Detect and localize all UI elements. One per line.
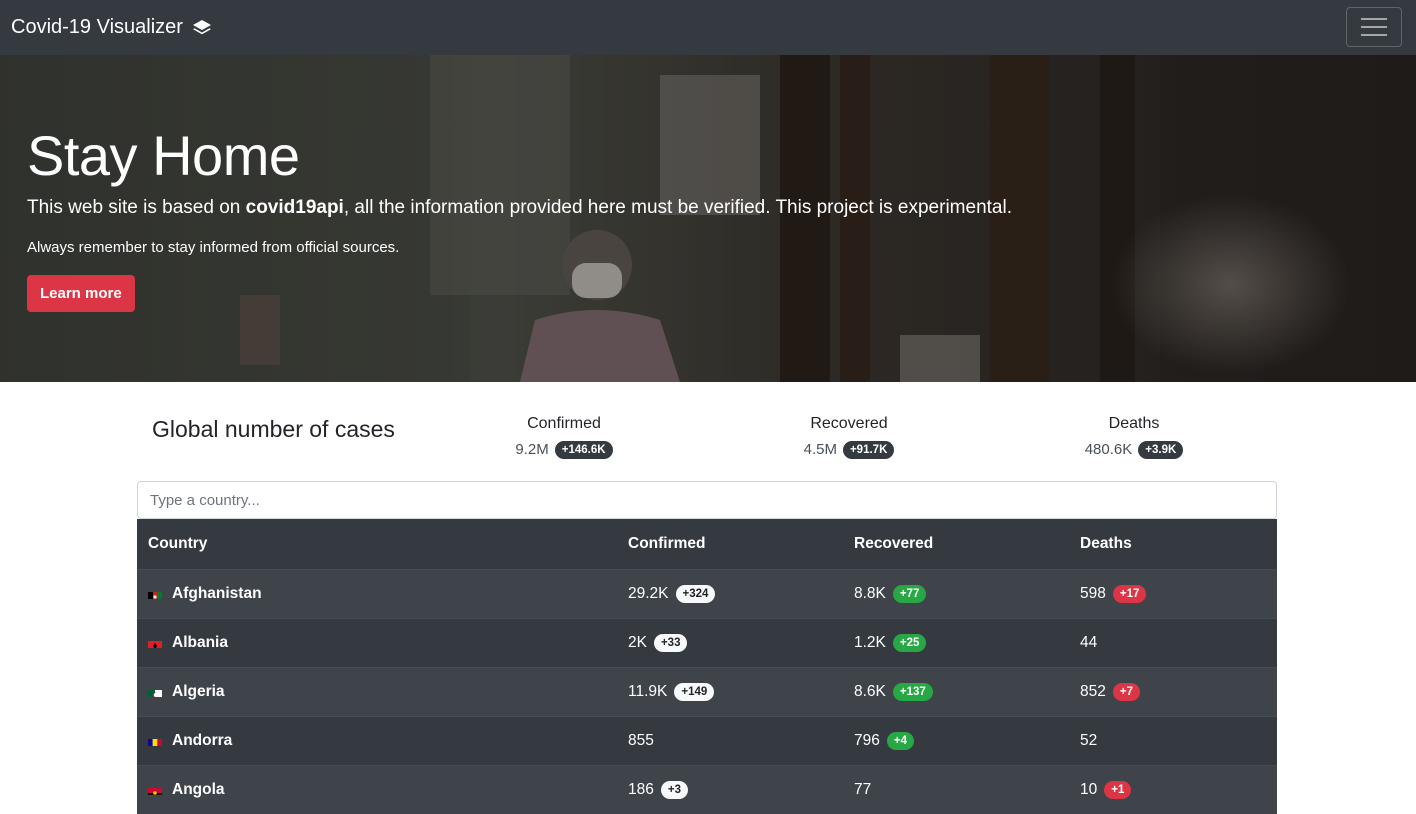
hero-content: Stay Home This web site is based on covi… (27, 125, 1012, 312)
country-cell: Andorra (137, 715, 617, 765)
flag-afghanistan-icon (148, 589, 162, 599)
recovered-cell: 8.8K +77 (843, 568, 1069, 618)
table-row[interactable]: Albania 2K +33 1.2K +25 44 (137, 617, 1277, 667)
hero-note: Always remember to stay informed from of… (27, 239, 400, 256)
recovered-delta-badge: +4 (886, 731, 914, 750)
header-deaths[interactable]: Deaths (1069, 519, 1277, 569)
deaths-cell: 10 +1 (1069, 764, 1277, 814)
navbar-toggler-button[interactable] (1346, 7, 1402, 47)
global-recovered: Recovered 4.5M +91.7K (749, 415, 949, 459)
layers-icon (191, 17, 213, 39)
deaths-delta-badge: +1 (1104, 780, 1132, 799)
recovered-delta-badge: +137 (892, 682, 933, 701)
header-confirmed[interactable]: Confirmed (617, 519, 843, 569)
confirmed-delta-badge: +3 (660, 780, 688, 799)
confirmed-cell: 11.9K +149 (617, 666, 843, 716)
deaths-cell: 852 +7 (1069, 666, 1277, 716)
deaths-cell: 598 +17 (1069, 568, 1277, 618)
recovered-cell: 796 +4 (843, 715, 1069, 765)
api-name: covid19api (245, 197, 344, 218)
header-recovered[interactable]: Recovered (843, 519, 1069, 569)
hero-lead: This web site is based on covid19api, al… (27, 197, 1012, 218)
global-confirmed-delta: +146.6K (554, 441, 613, 459)
global-confirmed: Confirmed 9.2M +146.6K (464, 415, 664, 459)
country-name: Angola (172, 780, 225, 798)
confirmed-cell: 855 (617, 715, 843, 765)
hero-jumbotron: Stay Home This web site is based on covi… (0, 55, 1416, 382)
global-deaths-value: 480.6K (1084, 441, 1133, 458)
brand-link[interactable]: Covid-19 Visualizer (11, 16, 213, 39)
country-cell: Albania (137, 617, 617, 667)
confirmed-delta-badge: +324 (675, 584, 716, 603)
country-cell: Afghanistan (137, 568, 617, 618)
flag-algeria-icon (148, 687, 162, 697)
global-summary: Global number of cases Confirmed 9.2M +14… (137, 382, 1277, 482)
global-deaths: Deaths 480.6K +3.9K (1034, 415, 1234, 459)
hero-title: Stay Home (27, 124, 300, 187)
brand-title: Covid-19 Visualizer (11, 16, 183, 38)
global-confirmed-value: 9.2M (515, 441, 549, 458)
flag-albania-icon (148, 638, 162, 648)
country-name: Andorra (172, 731, 233, 749)
country-name: Algeria (172, 682, 225, 700)
confirmed-cell: 2K +33 (617, 617, 843, 667)
global-recovered-value: 4.5M (803, 441, 837, 458)
recovered-cell: 77 (843, 764, 1069, 814)
countries-table: Country Confirmed Recovered Deaths Afgha… (137, 519, 1277, 814)
country-name: Albania (172, 633, 228, 651)
global-deaths-delta: +3.9K (1138, 441, 1184, 459)
country-cell: Algeria (137, 666, 617, 716)
confirmed-cell: 29.2K +324 (617, 568, 843, 618)
confirmed-delta-badge: +149 (674, 682, 715, 701)
deaths-cell: 44 (1069, 617, 1277, 667)
header-country[interactable]: Country (137, 519, 617, 569)
hamburger-menu-icon (1361, 18, 1387, 36)
deaths-delta-badge: +17 (1112, 584, 1147, 603)
deaths-cell: 52 (1069, 715, 1277, 765)
flag-andorra-icon (148, 736, 162, 746)
deaths-delta-badge: +7 (1112, 682, 1140, 701)
recovered-cell: 8.6K +137 (843, 666, 1069, 716)
flag-angola-icon (148, 785, 162, 795)
table-row[interactable]: Andorra 855 796 +4 52 (137, 715, 1277, 765)
recovered-delta-badge: +77 (892, 584, 927, 603)
table-row[interactable]: Algeria 11.9K +149 8.6K +137 852 +7 (137, 666, 1277, 716)
table-row[interactable]: Angola 186 +3 77 10 +1 (137, 764, 1277, 814)
global-title: Global number of cases (152, 416, 395, 442)
learn-more-button[interactable]: Learn more (27, 275, 135, 312)
country-cell: Angola (137, 764, 617, 814)
country-name: Afghanistan (172, 584, 262, 602)
recovered-cell: 1.2K +25 (843, 617, 1069, 667)
confirmed-cell: 186 +3 (617, 764, 843, 814)
table-header-row: Country Confirmed Recovered Deaths (137, 519, 1277, 569)
navbar: Covid-19 Visualizer (0, 0, 1416, 55)
confirmed-delta-badge: +33 (653, 633, 688, 652)
global-recovered-delta: +91.7K (842, 441, 895, 459)
country-search-input[interactable] (137, 481, 1277, 519)
recovered-delta-badge: +25 (892, 633, 927, 652)
table-row[interactable]: Afghanistan 29.2K +324 8.8K +77 598 +17 (137, 568, 1277, 618)
